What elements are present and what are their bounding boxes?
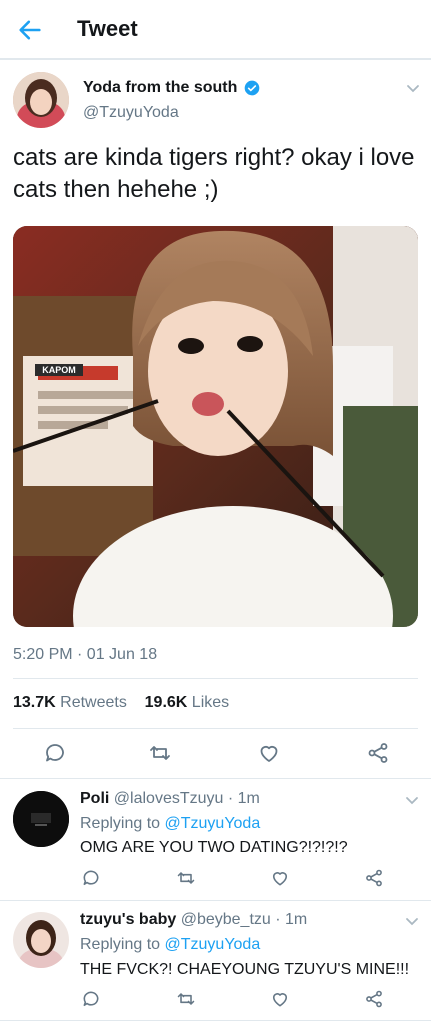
tweet-stats: 13.7K Retweets 19.6K Likes [13,694,229,712]
replying-to-link[interactable]: @TzuyuYoda [165,936,261,953]
separator [0,778,431,779]
chevron-down-icon[interactable] [404,792,420,808]
retweets-label[interactable]: Retweets [60,694,127,711]
tweet-text: cats are kinda tigers right? okay i love… [13,144,415,203]
reply-author[interactable]: tzuyu's baby @beybe_tzu · 1m [80,911,307,929]
retweet-icon[interactable] [176,868,196,888]
chevron-down-icon[interactable] [404,913,420,929]
reply-icon[interactable] [81,868,101,888]
share-icon[interactable] [364,989,384,1009]
reply-author-name[interactable]: Poli [80,790,109,807]
replying-to: Replying to @TzuyuYoda [80,936,260,954]
share-icon[interactable] [366,741,390,765]
top-bar: Tweet [0,0,431,60]
reply-text: THE FVCK?! CHAEYOUNG TZUYU'S MINE!!! [80,961,410,978]
chevron-down-icon[interactable] [405,80,421,96]
reply-icon[interactable] [81,989,101,1009]
likes-count[interactable]: 19.6K [145,694,188,711]
verified-badge-icon [244,80,260,96]
reply-author[interactable]: Poli @lalovesTzuyu · 1m [80,790,260,808]
reply-handle-time: @lalovesTzuyu · 1m [113,790,260,807]
divider [13,678,418,679]
tweet-actions [0,737,431,769]
reply-handle-time: @beybe_tzu · 1m [180,911,308,928]
media-watermark: KAPOM [42,365,76,375]
reply-author-name[interactable]: tzuyu's baby [80,911,176,928]
tweet-timestamp: 5:20 PM · 01 Jun 18 [13,646,158,663]
tweet-photo[interactable]: KAPOM [13,226,418,627]
reply-avatar[interactable] [13,791,69,847]
retweets-count[interactable]: 13.7K [13,694,56,711]
likes-label[interactable]: Likes [192,694,229,711]
share-icon[interactable] [364,868,384,888]
separator [0,900,431,901]
reply-icon[interactable] [43,741,67,765]
page-title: Tweet [77,16,138,41]
replying-to: Replying to @TzuyuYoda [80,815,260,833]
back-arrow-icon[interactable] [16,16,44,44]
replying-to-link[interactable]: @TzuyuYoda [165,815,261,832]
like-icon[interactable] [257,741,281,765]
author-handle[interactable]: @TzuyuYoda [83,104,179,122]
retweet-icon[interactable] [148,741,172,765]
reply-text: OMG ARE YOU TWO DATING?!?!?!? [80,839,348,856]
replying-prefix: Replying to [80,815,161,832]
reply-avatar[interactable] [13,912,69,968]
like-icon[interactable] [270,989,290,1009]
author-name[interactable]: Yoda from the south [83,79,237,97]
retweet-icon[interactable] [176,989,196,1009]
author-avatar[interactable] [13,72,69,128]
replying-prefix: Replying to [80,936,161,953]
separator [0,1020,431,1021]
like-icon[interactable] [270,868,290,888]
divider [13,728,418,729]
